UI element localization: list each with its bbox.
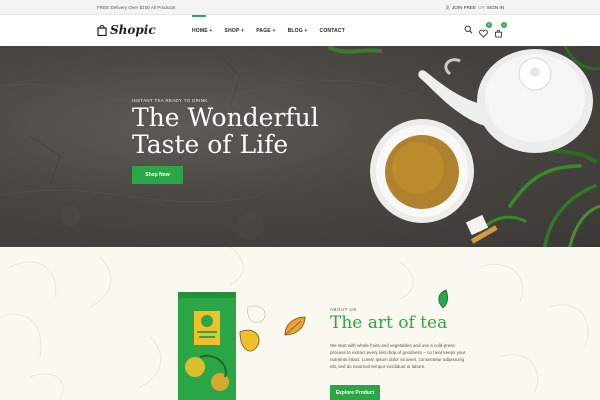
wishlist-count-badge: 0 — [486, 22, 492, 28]
nav-page[interactable]: PAGE + — [256, 15, 275, 46]
orange-leaf-icon — [284, 316, 306, 336]
heart-icon — [479, 29, 488, 38]
wishlist-button[interactable]: 0 — [479, 22, 492, 38]
hero-banner: INSTANT TEA READY TO DRINK The Wonderful… — [0, 46, 600, 247]
tea-package-illustration — [178, 292, 266, 400]
site-logo[interactable]: Shopic — [97, 23, 156, 37]
hero-title-line1: The Wonderful — [132, 103, 319, 132]
hero-title-line2: Taste of Life — [132, 130, 289, 159]
tea-cup — [370, 119, 474, 223]
about-heading: The art of tea — [330, 313, 448, 333]
about-section: ABOUT US The art of tea We start with wh… — [0, 247, 600, 400]
main-header: Shopic HOME + SHOP + PAGE + BLOG + CONTA… — [0, 15, 600, 46]
nav-blog[interactable]: BLOG + — [288, 15, 308, 46]
join-free-link[interactable]: JOIN FREE — [452, 5, 476, 10]
header-icons: 0 0 — [464, 22, 507, 38]
explore-product-button[interactable]: Explore Product — [330, 385, 380, 400]
about-kicker: ABOUT US — [330, 307, 357, 312]
cart-button[interactable]: 0 — [494, 22, 507, 38]
about-body: We start with whole fruits and vegetable… — [330, 343, 466, 369]
promo-text: FREE Delivery Over $100 All Products — [97, 5, 176, 10]
logo-text: Shopic — [110, 23, 156, 37]
main-nav: HOME + SHOP + PAGE + BLOG + CONTACT — [192, 15, 357, 46]
cart-count-badge: 0 — [501, 22, 507, 28]
shopping-bag-icon — [97, 24, 107, 36]
tea-set-illustration — [328, 46, 600, 247]
search-icon[interactable] — [464, 25, 473, 34]
nav-contact[interactable]: CONTACT — [320, 15, 345, 46]
green-leaf-icon — [438, 289, 449, 309]
top-bar: FREE Delivery Over $100 All Products JOI… — [0, 0, 600, 15]
nav-shop[interactable]: SHOP + — [225, 15, 245, 46]
auth-links: JOIN FREE OR SIGN IN — [445, 5, 504, 10]
user-icon — [445, 5, 450, 10]
shop-now-button[interactable]: Shop Now — [132, 166, 183, 184]
hero-title: The Wonderful Taste of Life — [132, 104, 352, 158]
nav-home[interactable]: HOME + — [192, 15, 213, 46]
cart-icon — [494, 30, 503, 38]
sign-in-link[interactable]: SIGN IN — [487, 5, 504, 10]
or-separator: OR — [478, 5, 485, 10]
